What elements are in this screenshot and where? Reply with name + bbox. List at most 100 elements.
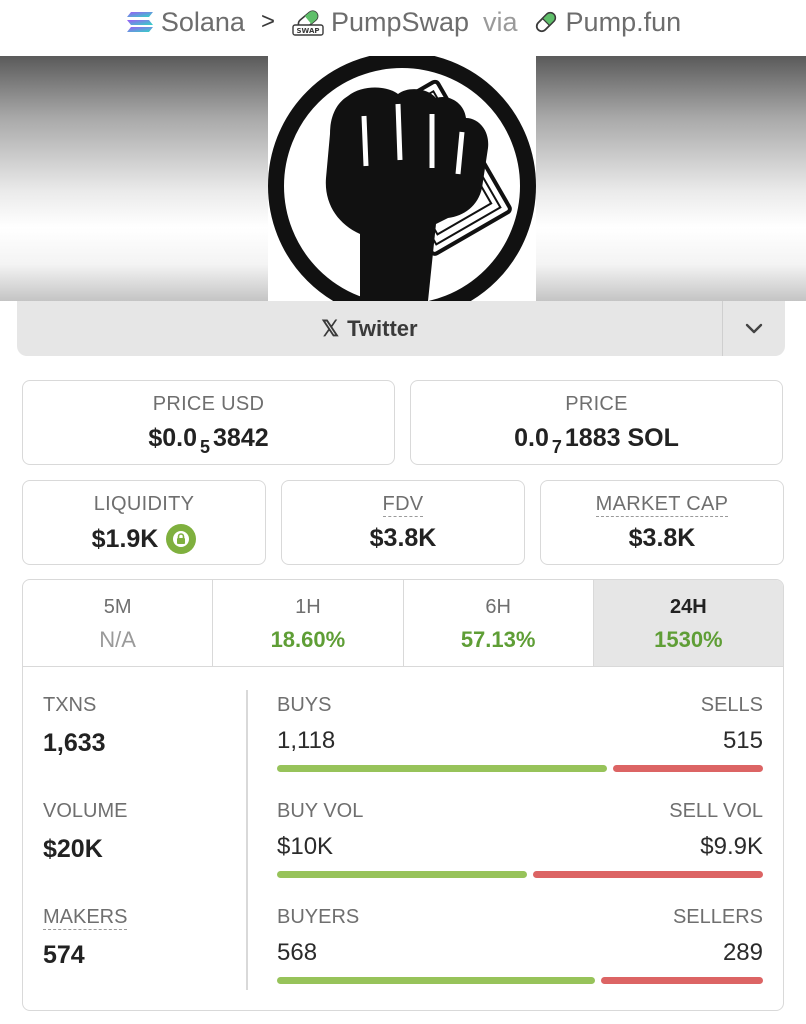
buys-value: 1,118 — [277, 727, 336, 754]
pumpswap-icon: SWAP — [292, 10, 324, 36]
volume-value: $20K — [43, 835, 103, 863]
txns-label: TXNS — [43, 694, 97, 716]
tab-1h-change: 18.60% — [270, 627, 346, 652]
breadcrumb-separator: > — [260, 8, 275, 35]
breadcrumb-chain-label: Solana — [160, 6, 245, 37]
breadcrumb-dex[interactable]: SWAP PumpSwap — [291, 7, 469, 38]
more-links-button[interactable] — [723, 301, 785, 356]
buy-sell-volume-stat: BUY VOL SELL VOL $10K $9.9K — [277, 800, 763, 878]
buys-sells-labels: BUYS SELLS — [277, 694, 763, 717]
raised-fist-money-logo — [268, 56, 536, 301]
price-native-value: 0.0 7 1883 SOL — [411, 424, 782, 457]
pill-icon — [535, 11, 556, 33]
volume-label: VOLUME — [43, 800, 128, 822]
liquidity-label: LIQUIDITY — [93, 493, 195, 515]
makers-label-wrap: MAKERS — [43, 906, 128, 930]
tab-24h-label: 24H — [670, 596, 707, 618]
txns-stat: TXNS 1,633 — [43, 694, 106, 758]
market-cap-card: MARKET CAP $3.8K — [540, 480, 784, 565]
sellers-label: SELLERS — [672, 906, 763, 928]
breadcrumb-chain[interactable]: Solana — [125, 7, 245, 38]
volume-stat: VOLUME $20K — [43, 800, 127, 864]
txns-value: 1,633 — [43, 729, 106, 757]
sell-vol-bar — [532, 871, 763, 878]
market-cap-value: $3.8K — [628, 524, 696, 552]
fdv-label-wrap: FDV — [282, 493, 524, 517]
volume-ratio-bar — [277, 871, 763, 878]
breadcrumb: Solana > SWAP PumpSwap via Pump.fun — [0, 0, 806, 44]
tab-5m-change: N/A — [99, 627, 136, 652]
social-links-bar: 𝕏 Twitter — [17, 301, 785, 356]
liquidity-card: LIQUIDITY $1.9K — [22, 480, 266, 565]
price-usd-prefix: $0.0 — [148, 424, 198, 452]
makers-label[interactable]: MAKERS — [43, 906, 128, 930]
buys-bar — [277, 765, 607, 772]
tab-5m[interactable]: 5M N/A — [23, 580, 214, 666]
breadcrumb-launchpad[interactable]: Pump.fun — [532, 6, 682, 38]
liquidity-value-row: $1.9K — [23, 524, 265, 554]
tab-24h[interactable]: 24H 1530% — [593, 580, 783, 666]
swap-badge-text: SWAP — [296, 27, 319, 35]
sells-bar — [612, 765, 763, 772]
buy-vol-label: BUY VOL — [277, 800, 364, 822]
sells-value: 515 — [722, 727, 763, 754]
fdv-value: $3.8K — [369, 524, 437, 552]
price-native-card: PRICE 0.0 7 1883 SOL — [410, 380, 783, 465]
price-native-prefix: 0.0 — [514, 424, 549, 452]
tab-1h[interactable]: 1H 18.60% — [213, 580, 404, 666]
timeframe-tabs: 5M N/A 1H 18.60% 6H 57.13% 24H 1530% — [23, 580, 783, 667]
fdv-card: FDV $3.8K — [281, 480, 525, 565]
x-logo-icon: 𝕏 — [321, 315, 340, 341]
makers-values: 568 289 — [277, 929, 763, 967]
buyers-bar — [277, 977, 595, 984]
fdv-label[interactable]: FDV — [382, 493, 424, 517]
volume-labels: BUY VOL SELL VOL — [277, 800, 763, 823]
price-usd-value: $0.0 5 3842 — [23, 424, 394, 457]
buys-sells-stat: BUYS SELLS 1,118 515 — [277, 694, 763, 772]
price-native-zero-count: 7 — [551, 437, 562, 457]
price-native-digits: 1883 SOL — [564, 424, 679, 452]
tab-5m-label: 5M — [103, 596, 132, 618]
makers-labels: BUYERS SELLERS — [277, 906, 763, 929]
tab-24h-change: 1530% — [654, 627, 723, 652]
makers-value: 574 — [43, 941, 85, 969]
token-image — [268, 56, 536, 301]
sell-vol-label: SELL VOL — [669, 800, 763, 822]
tab-6h-label: 6H — [485, 596, 511, 618]
metrics-area: TXNS 1,633 VOLUME $20K MAKERS 574 BUYS S… — [23, 668, 783, 1010]
makers-stat: MAKERS 574 — [43, 906, 128, 970]
buyers-label: BUYERS — [277, 906, 360, 928]
lock-icon — [173, 531, 190, 547]
buys-label: BUYS — [277, 694, 332, 716]
price-usd-zero-count: 5 — [200, 437, 211, 457]
chevron-down-icon — [745, 323, 763, 333]
breadcrumb-launchpad-label: Pump.fun — [565, 6, 682, 37]
price-native-label: PRICE — [565, 393, 628, 415]
liquidity-locked-icon[interactable] — [166, 524, 197, 554]
buyers-value: 568 — [277, 939, 318, 966]
token-banner — [0, 56, 806, 301]
twitter-link-button[interactable]: 𝕏 Twitter — [17, 301, 723, 356]
buyers-sellers-stat: BUYERS SELLERS 568 289 — [277, 906, 763, 984]
twitter-link-label: Twitter — [347, 315, 418, 341]
tab-6h[interactable]: 6H 57.13% — [404, 580, 594, 666]
tab-6h-change: 57.13% — [460, 627, 536, 652]
mcap-label-wrap: MARKET CAP — [541, 493, 783, 517]
breadcrumb-dex-label: PumpSwap — [330, 6, 470, 37]
breadcrumb-via: via — [483, 6, 518, 37]
buys-sells-ratio-bar — [277, 765, 763, 772]
price-usd-card: PRICE USD $0.0 5 3842 — [22, 380, 395, 465]
trading-stats-panel: 5M N/A 1H 18.60% 6H 57.13% 24H 1530% TXN… — [22, 579, 784, 1011]
sellers-bar — [600, 977, 763, 984]
buy-vol-bar — [277, 871, 527, 878]
makers-ratio-bar — [277, 977, 763, 984]
price-usd-label: PRICE USD — [152, 393, 265, 415]
sellers-value: 289 — [722, 939, 763, 966]
liquidity-value: $1.9K — [91, 524, 159, 553]
buy-vol-value: $10K — [277, 833, 334, 860]
market-cap-label[interactable]: MARKET CAP — [595, 493, 729, 517]
sells-label: SELLS — [700, 694, 763, 716]
volume-values: $10K $9.9K — [277, 823, 763, 861]
solana-icon — [126, 12, 153, 32]
tab-1h-label: 1H — [295, 596, 321, 618]
